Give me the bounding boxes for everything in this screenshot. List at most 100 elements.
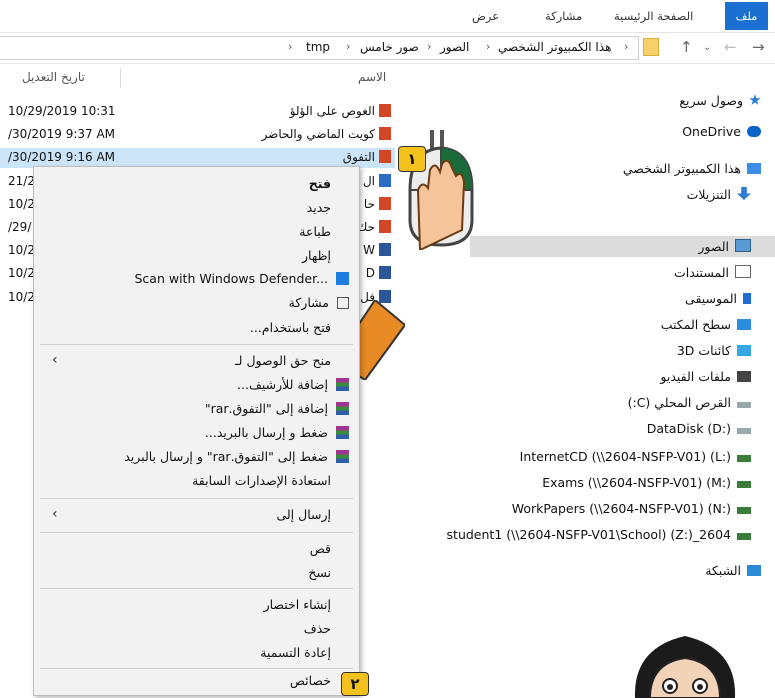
file-name: حا <box>363 197 375 211</box>
nav-this-pc[interactable]: هذا الكمبيوتر الشخصي <box>623 158 761 180</box>
breadcrumb[interactable]: › هذا الكمبيوتر الشخصي › الصور › صور خام… <box>0 36 639 60</box>
crumb-pictures[interactable]: الصور <box>440 40 469 54</box>
menu-give-access[interactable]: منح حق الوصول لـ <box>235 349 331 373</box>
cartoon-character-illustration <box>634 636 736 698</box>
menu-print[interactable]: طباعة <box>299 220 331 244</box>
recent-dropdown-icon[interactable]: ⌄ <box>703 42 711 53</box>
drive-icon <box>737 402 751 408</box>
drive-icon <box>737 428 751 434</box>
nav-drive-z[interactable]: student1 (\\2604-NSFP-V01\School) (Z:)_2… <box>447 524 751 546</box>
menu-compress-rar-email[interactable]: ضغط إلى "التفوق.rar" و إرسال بالبريد <box>124 445 349 469</box>
video-icon <box>737 371 751 382</box>
nav-videos[interactable]: ملفات الفيديو <box>660 366 751 388</box>
menu-share[interactable]: مشاركة <box>289 291 349 315</box>
nav-desktop[interactable]: سطح المكتب <box>661 314 751 336</box>
menu-rename[interactable]: إعادة التسمية <box>260 641 331 665</box>
nav-label: DataDisk (D:) <box>646 421 731 436</box>
file-name: الغوص على الؤلؤ <box>289 104 375 118</box>
nav-quick-access[interactable]: وصول سريع <box>679 90 761 112</box>
crumb-tmp[interactable]: tmp <box>306 40 330 54</box>
nav-label: سطح المكتب <box>660 317 731 332</box>
music-icon <box>743 293 751 304</box>
tab-view[interactable]: عرض <box>472 6 499 26</box>
menu-restore-versions[interactable]: استعادة الإصدارات السابقة <box>192 469 331 493</box>
column-header-date[interactable]: تاريخ التعديل <box>22 70 85 84</box>
powerpoint-file-icon <box>379 197 391 210</box>
menu-properties[interactable]: خصائص <box>290 669 331 693</box>
windows-defender-icon <box>336 272 349 285</box>
column-divider[interactable] <box>120 68 121 88</box>
menu-separator <box>40 588 353 589</box>
menu-label: مشاركة <box>288 295 329 310</box>
forward-arrow-icon[interactable]: ← <box>724 38 737 56</box>
menu-label: Scan with Windows Defender... <box>134 271 329 286</box>
menu-add-to-rar[interactable]: إضافة إلى "التفوق.rar" <box>205 397 349 421</box>
back-arrow-icon[interactable]: → <box>752 38 765 56</box>
cloud-icon <box>747 126 761 137</box>
menu-label: ضغط و إرسال بالبريد... <box>204 425 328 440</box>
file-date: 10/2 <box>8 197 35 211</box>
menu-show[interactable]: إظهار <box>302 244 331 268</box>
file-name: D <box>365 266 375 280</box>
nav-pictures[interactable]: الصور <box>698 236 751 258</box>
nav-label: هذا الكمبيوتر الشخصي <box>622 161 741 176</box>
computer-icon <box>747 163 761 174</box>
nav-drive-l[interactable]: InternetCD (\\2604-NSFP-V01) (L:) <box>520 446 751 468</box>
tab-share[interactable]: مشاركة <box>545 6 582 26</box>
ribbon: عرض مشاركة الصفحة الرئيسية ملف <box>0 0 775 32</box>
nav-3d-objects[interactable]: كائنات 3D <box>677 340 751 362</box>
menu-delete[interactable]: حذف <box>304 617 331 641</box>
menu-copy[interactable]: نسخ <box>308 561 331 585</box>
nav-label: ملفات الفيديو <box>660 369 731 384</box>
menu-new[interactable]: جديد <box>307 196 331 220</box>
winrar-icon <box>336 378 349 391</box>
menu-cut[interactable]: قص <box>310 537 331 561</box>
nav-downloads[interactable]: التنزيلات <box>687 184 751 206</box>
tab-file[interactable]: ملف <box>725 2 768 30</box>
menu-compress-email[interactable]: ضغط و إرسال بالبريد... <box>205 421 349 445</box>
nav-drive-c[interactable]: القرص المحلي (C:) <box>628 392 751 414</box>
tab-home[interactable]: الصفحة الرئيسية <box>614 6 693 26</box>
file-name: التفوق <box>342 150 375 164</box>
menu-open[interactable]: فتح <box>309 172 331 196</box>
nav-onedrive[interactable]: OneDrive <box>682 121 761 143</box>
menu-scan-defender[interactable]: Scan with Windows Defender... <box>134 267 349 291</box>
nav-documents[interactable]: المستندات <box>674 262 751 284</box>
crumb-folder[interactable]: صور خامس <box>360 40 419 54</box>
up-arrow-icon[interactable]: ↑ <box>680 38 693 56</box>
menu-create-shortcut[interactable]: إنشاء اختصار <box>264 593 331 617</box>
file-date: 10/2 <box>8 290 35 304</box>
menu-open-with[interactable]: فتح باستخدام... <box>250 316 331 340</box>
nav-network[interactable]: الشبكة <box>705 560 761 582</box>
nav-drive-n[interactable]: WorkPapers (\\2604-NSFP-V01) (N:) <box>512 498 751 520</box>
menu-send-to[interactable]: إرسال إلى <box>276 503 331 527</box>
menu-separator <box>40 498 353 499</box>
file-name: كويت الماضي والحاضر <box>261 127 375 141</box>
file-row[interactable]: 10/29/2019 10:31 الغوص على الؤلؤ <box>0 102 395 122</box>
file-date: 21/2 <box>8 174 35 188</box>
winrar-icon <box>336 402 349 415</box>
nav-drive-d[interactable]: DataDisk (D:) <box>647 418 751 440</box>
download-arrow-icon <box>737 187 751 200</box>
chevron-icon: › <box>288 40 293 53</box>
nav-music[interactable]: الموسيقى <box>685 288 751 310</box>
file-date: 10/2 <box>8 243 35 257</box>
menu-label: إضافة للأرشيف... <box>237 377 328 392</box>
share-icon <box>337 297 349 309</box>
file-row[interactable]: /30/2019 9:37 AM كويت الماضي والحاضر <box>0 125 395 145</box>
chevron-icon: › <box>624 40 629 53</box>
file-date: /29/ <box>8 220 32 234</box>
nav-drive-m[interactable]: Exams (\\2604-NSFP-V01) (M:) <box>542 472 751 494</box>
nav-label: كائنات 3D <box>676 343 731 358</box>
file-date: /30/2019 9:16 AM <box>8 150 116 164</box>
crumb-this-pc[interactable]: هذا الكمبيوتر الشخصي <box>498 40 611 54</box>
step-badge-2: ٢ <box>341 672 369 696</box>
file-name: حك <box>357 220 375 234</box>
chevron-left-icon: ‹ <box>52 352 58 368</box>
file-row-selected[interactable]: /30/2019 9:16 AM التفوق <box>0 148 395 168</box>
column-header-name[interactable]: الاسم <box>358 70 386 84</box>
file-date: /30/2019 9:37 AM <box>8 127 116 141</box>
nav-label: الشبكة <box>705 563 741 578</box>
powerpoint-file-icon <box>379 104 391 117</box>
menu-add-archive[interactable]: إضافة للأرشيف... <box>237 373 349 397</box>
